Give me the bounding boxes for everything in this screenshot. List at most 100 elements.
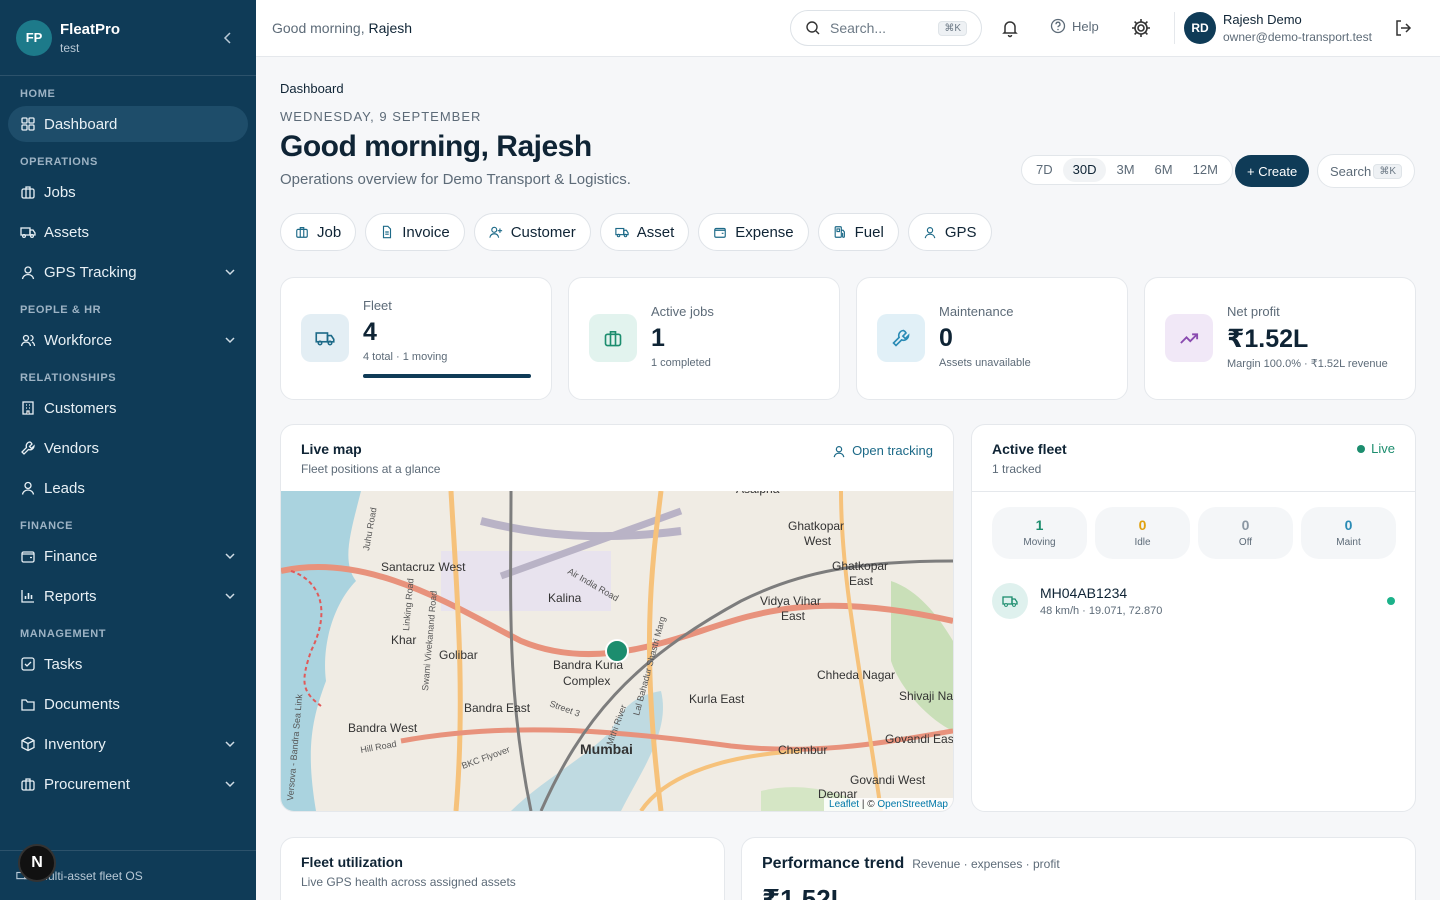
range-3m-button[interactable]: 3M	[1106, 158, 1144, 182]
quick-action-asset-button[interactable]: Asset	[599, 213, 690, 251]
briefcase-icon	[21, 186, 35, 199]
dashboard-icon	[21, 117, 35, 131]
sidebar-item-procurement[interactable]: Procurement	[8, 766, 248, 802]
fleet-stat-value: 0	[1241, 517, 1250, 533]
range-30d-button[interactable]: 30D	[1062, 158, 1107, 182]
sidebar-item-inventory[interactable]: Inventory	[8, 726, 248, 762]
dev-badge[interactable]: N	[18, 844, 56, 882]
range-7d-button[interactable]: 7D	[1026, 158, 1063, 182]
quick-search-button[interactable]: Search ⌘K	[1317, 154, 1415, 188]
sidebar-item-leads[interactable]: Leads	[8, 470, 248, 506]
leaflet-link[interactable]: Leaflet	[829, 799, 859, 810]
sidebar-item-label: Procurement	[44, 775, 130, 793]
sidebar-item-finance[interactable]: Finance	[8, 538, 248, 574]
brand-subtitle: test	[60, 40, 80, 55]
chevron-down-icon	[225, 741, 235, 748]
quick-action-expense-button[interactable]: Expense	[698, 213, 809, 251]
fleet-stat-moving[interactable]: 1 Moving	[992, 507, 1087, 559]
wrench-icon	[21, 441, 35, 455]
svg-text:Govandi West: Govandi West	[850, 773, 926, 787]
kpi-icon-wrap	[301, 314, 349, 362]
quick-action-fuel-button[interactable]: Fuel	[817, 213, 899, 251]
logout-button[interactable]	[1394, 19, 1412, 37]
create-button[interactable]: + Create	[1235, 155, 1310, 187]
settings-button[interactable]	[1130, 17, 1152, 39]
fleet-stat-idle[interactable]: 0 Idle	[1095, 507, 1190, 559]
sidebar-item-assets[interactable]: Assets	[8, 214, 248, 250]
svg-text:Kalina: Kalina	[548, 591, 582, 605]
page-subtitle: Operations overview for Demo Transport &…	[280, 171, 631, 188]
kpi-value: ₹1.52L	[1227, 325, 1309, 353]
sidebar-item-reports[interactable]: Reports	[8, 578, 248, 614]
kpi-label: Active jobs	[651, 304, 714, 319]
chevron-down-icon	[225, 553, 235, 560]
fleet-stat-maint[interactable]: 0 Maint	[1301, 507, 1396, 559]
help-button[interactable]: Help	[1050, 18, 1099, 34]
vehicle-plate[interactable]: MH04AB1234	[1040, 585, 1127, 601]
quick-action-gps-button[interactable]: GPS	[907, 213, 992, 251]
open-tracking-link[interactable]: Open tracking	[832, 443, 933, 458]
kpi-label: Fleet	[363, 298, 392, 313]
sidebar: FP FleatPro test HOME Dashboard OPERATIONS…	[0, 0, 256, 900]
kpi-card-net-profit[interactable]: Net profit ₹1.52L Margin 100.0% · ₹1.52L r…	[1144, 277, 1416, 400]
bar-chart-icon	[21, 590, 34, 603]
sidebar-item-jobs[interactable]: Jobs	[8, 174, 248, 210]
kpi-card-maintenance[interactable]: Maintenance 0 Assets unavailable	[856, 277, 1128, 400]
quick-search-shortcut: ⌘K	[1373, 163, 1402, 179]
performance-trend-card: Performance trend Revenue · expenses · p…	[741, 837, 1416, 900]
avatar[interactable]: RD	[1184, 12, 1216, 44]
collapse-sidebar-button[interactable]	[220, 30, 240, 46]
kpi-card-active-jobs[interactable]: Active jobs 1 1 completed	[568, 277, 840, 400]
sidebar-item-label: Inventory	[44, 735, 106, 753]
quick-action-invoice-button[interactable]: Invoice	[365, 213, 465, 251]
quick-search-label: Search	[1330, 163, 1372, 179]
range-6m-button[interactable]: 6M	[1145, 158, 1183, 182]
svg-text:Kurla East: Kurla East	[689, 692, 745, 706]
kpi-value: 4	[363, 318, 377, 346]
greeting-name: Rajesh	[368, 20, 413, 36]
main-content: Dashboard WEDNESDAY, 9 SEPTEMBER Good mo…	[256, 57, 1440, 900]
truck-icon	[315, 332, 335, 346]
fleet-utilization-card: Fleet utilization Live GPS health across…	[280, 837, 725, 900]
live-map-subtitle: Fleet positions at a glance	[301, 462, 441, 476]
map-attribution: Leaflet | © OpenStreetMap	[824, 798, 953, 811]
wrench-icon	[892, 329, 910, 347]
sidebar-item-workforce[interactable]: Workforce	[8, 322, 248, 358]
sidebar-item-documents[interactable]: Documents	[8, 686, 248, 722]
search-placeholder: Search...	[830, 20, 887, 36]
svg-text:Shivaji Na: Shivaji Na	[899, 689, 953, 703]
quick-action-label: Job	[317, 223, 342, 241]
kpi-card-fleet[interactable]: Fleet 4 4 total · 1 moving	[280, 277, 552, 400]
page-title: Good morning, Rajesh	[280, 130, 592, 163]
range-12m-button[interactable]: 12M	[1183, 158, 1228, 182]
search-shortcut: ⌘K	[938, 20, 967, 36]
sidebar-item-customers[interactable]: Customers	[8, 390, 248, 426]
breadcrumb[interactable]: Dashboard	[280, 81, 344, 96]
search-input[interactable]: Search... ⌘K	[790, 10, 982, 46]
chevron-down-icon	[225, 269, 235, 276]
sidebar-item-tasks[interactable]: Tasks	[8, 646, 248, 682]
quick-action-job-button[interactable]: Job	[280, 213, 357, 251]
truck-icon	[615, 227, 629, 238]
sidebar-item-vendors[interactable]: Vendors	[8, 430, 248, 466]
sidebar-item-dashboard[interactable]: Dashboard	[8, 106, 248, 142]
fleet-stat-label: Idle	[1134, 537, 1151, 548]
topbar-divider	[1174, 12, 1175, 44]
map-view[interactable]: Asalpha GhatkoparWest GhatkoparEast Sant…	[281, 491, 953, 811]
quick-action-customer-button[interactable]: Customer	[473, 213, 591, 251]
topbar: Good morning, Rajesh Search... ⌘K Help R…	[256, 0, 1440, 57]
chevron-down-icon	[225, 593, 235, 600]
fleet-stat-off[interactable]: 0 Off	[1198, 507, 1293, 559]
svg-text:Bandra East: Bandra East	[464, 701, 531, 715]
user-plus-icon	[489, 226, 502, 238]
sidebar-item-label: Dashboard	[44, 115, 118, 133]
performance-value: ₹1.52L	[762, 884, 847, 900]
chevron-left-icon	[223, 31, 231, 44]
file-icon	[383, 225, 392, 239]
fleet-stat-value: 0	[1344, 517, 1353, 533]
osm-link[interactable]: OpenStreetMap	[877, 799, 948, 810]
sidebar-item-label: Finance	[44, 547, 98, 565]
quick-action-label: Asset	[636, 223, 675, 241]
notifications-button[interactable]	[1000, 18, 1020, 38]
sidebar-item-gps-tracking[interactable]: GPS Tracking	[8, 254, 248, 290]
